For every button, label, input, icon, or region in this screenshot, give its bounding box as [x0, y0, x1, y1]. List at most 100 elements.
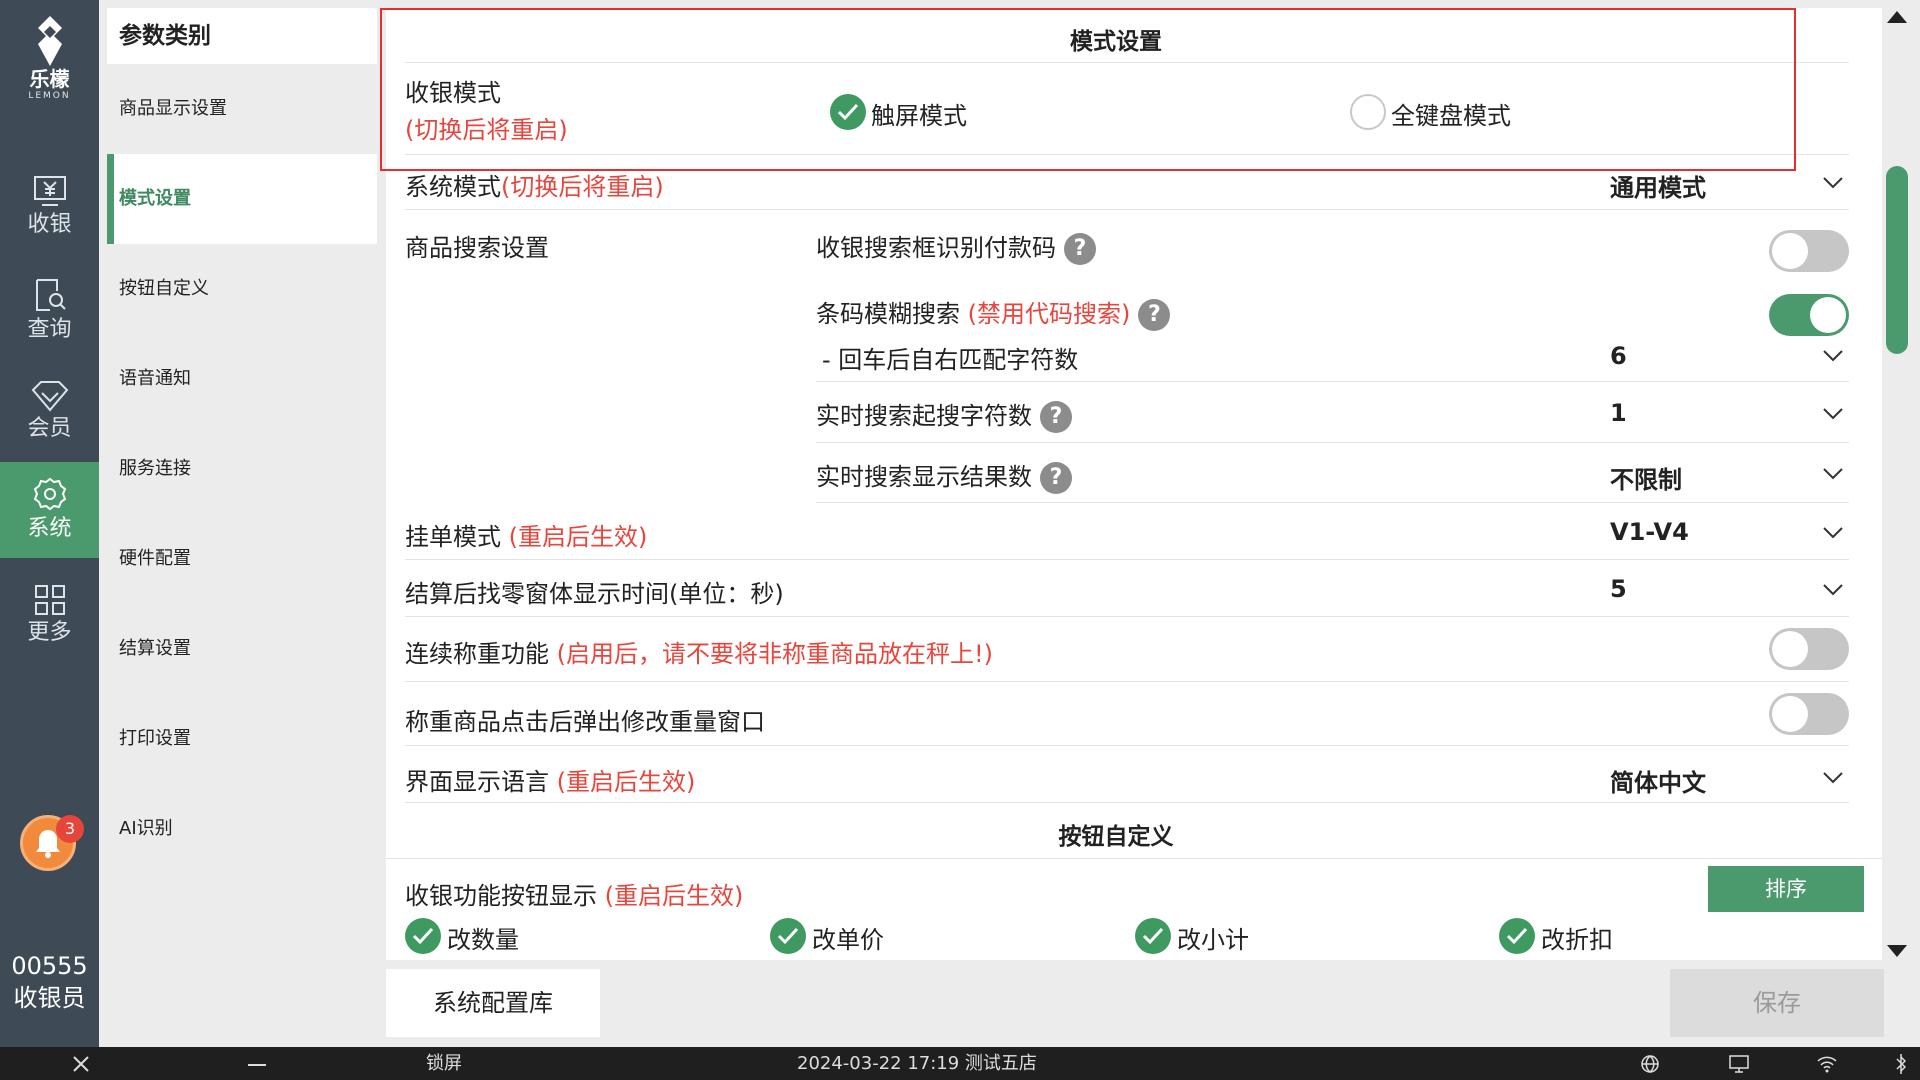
system-mode-label: 系统模式(切换后将重启) [405, 173, 664, 201]
nav-query[interactable]: 查询 [0, 263, 99, 359]
nav-member[interactable]: 会员 [0, 366, 99, 462]
check-icon [777, 927, 799, 945]
help-icon[interactable]: ? [1040, 462, 1072, 494]
settings-panel: 模式设置 收银模式 (切换后将重启) 触屏模式 全键盘模式 系统模式(切换后将重… [386, 8, 1882, 960]
sort-button[interactable]: 排序 [1708, 866, 1864, 912]
product-search-label: 商品搜索设置 [405, 234, 549, 262]
check-icon [412, 927, 434, 945]
search-doc-icon [35, 279, 66, 311]
category-item[interactable]: 服务连接 [107, 424, 377, 514]
category-title: 参数类别 [107, 8, 377, 64]
payment-code-toggle[interactable] [1769, 230, 1849, 272]
button-option-check[interactable] [1135, 918, 1171, 954]
minimize-icon[interactable] [248, 1063, 266, 1067]
check-icon [837, 103, 859, 121]
weight-popup-row: 称重商品点击后弹出修改重量窗口 [405, 682, 1849, 746]
scrollbar[interactable] [1882, 8, 1912, 960]
realtime-result-count-row[interactable]: 实时搜索显示结果数? 不限制 [816, 443, 1849, 503]
left-nav: 乐檬 LEMON 收银 查询 会员 系统 更多 3 00555 收银员 [0, 0, 99, 1047]
weight-popup-toggle[interactable] [1769, 693, 1849, 735]
fuzzy-barcode-note: (禁用代码搜索) [967, 300, 1131, 328]
wifi-icon[interactable] [1816, 1055, 1838, 1073]
realtime-min-chars-value: 1 [1610, 399, 1627, 427]
system-mode-row[interactable]: 系统模式(切换后将重启) 通用模式 [405, 155, 1849, 210]
scroll-up-icon[interactable] [1886, 10, 1908, 24]
monitor-icon[interactable] [1728, 1054, 1750, 1074]
button-custom-header: 按钮自定义 [386, 803, 1882, 859]
realtime-result-count-value: 不限制 [1610, 466, 1682, 494]
button-display-label: 收银功能按钮显示 (重启后生效) [405, 882, 744, 910]
section-title-mode: 模式设置 [1070, 29, 1162, 55]
button-option-check[interactable] [405, 918, 441, 954]
help-icon[interactable]: ? [1064, 233, 1096, 265]
nav-label: 查询 [27, 317, 72, 342]
scroll-down-icon[interactable] [1886, 944, 1908, 958]
status-bar: 锁屏 2024-03-22 17:19 测试五店 [0, 1047, 1920, 1080]
nav-more[interactable]: 更多 [0, 570, 99, 666]
nav-cashier[interactable]: 收银 [0, 160, 99, 256]
fuzzy-barcode-label: 条码模糊搜索 (禁用代码搜索)? [816, 294, 1171, 331]
button-option-label[interactable]: 改数量 [447, 920, 519, 955]
change-window-time-row[interactable]: 结算后找零窗体显示时间(单位：秒) 5 [405, 560, 1849, 617]
realtime-min-chars-row[interactable]: 实时搜索起搜字符数? 1 [816, 382, 1849, 443]
datetime-store: 2024-03-22 17:19 测试五店 [797, 1053, 1037, 1074]
help-icon[interactable]: ? [1040, 401, 1072, 433]
grid-icon [34, 585, 65, 615]
scrollbar-thumb[interactable] [1886, 166, 1908, 354]
chevron-down-icon [1823, 527, 1843, 539]
continuous-weighing-toggle[interactable] [1769, 628, 1849, 670]
diamond-icon [31, 381, 68, 412]
button-option-label[interactable]: 改单价 [812, 920, 884, 955]
lock-screen-button[interactable]: 锁屏 [426, 1047, 462, 1080]
weight-popup-label: 称重商品点击后弹出修改重量窗口 [405, 708, 765, 736]
lemon-logo-icon [37, 16, 62, 66]
cashier-mode-label: 收银模式 [405, 79, 501, 107]
match-chars-label: - 回车后自右匹配字符数 [822, 346, 1079, 374]
category-item[interactable]: 硬件配置 [107, 514, 377, 604]
category-item[interactable]: 打印设置 [107, 694, 377, 784]
nav-system[interactable]: 系统 [0, 462, 99, 558]
button-option-check[interactable] [770, 918, 806, 954]
match-chars-value: 6 [1610, 342, 1627, 370]
chevron-down-icon [1823, 350, 1843, 362]
system-mode-value: 通用模式 [1610, 174, 1706, 202]
help-icon[interactable]: ? [1138, 299, 1171, 331]
close-icon[interactable] [72, 1055, 90, 1073]
touch-mode-radio[interactable] [830, 94, 866, 130]
battery-icon [1896, 1054, 1907, 1074]
category-item[interactable]: 结算设置 [107, 604, 377, 694]
language-note: (重启后生效) [556, 768, 696, 796]
continuous-weighing-label: 连续称重功能 (启用后，请不要将非称重商品放在秤上!) [405, 640, 993, 668]
user-id: 00555 [11, 952, 88, 980]
cashier-mode-row: 收银模式 (切换后将重启) 触屏模式 全键盘模式 [405, 63, 1849, 155]
section-title-buttons: 按钮自定义 [1058, 824, 1174, 850]
change-window-time-label: 结算后找零窗体显示时间(单位：秒) [405, 580, 784, 608]
hold-mode-row[interactable]: 挂单模式 (重启后生效) V1-V4 [405, 503, 1849, 560]
fuzzy-barcode-row: 条码模糊搜索 (禁用代码搜索)? [816, 280, 1849, 336]
nav-label: 会员 [27, 416, 72, 441]
category-item-active[interactable]: 模式设置 [107, 154, 377, 244]
button-option-label[interactable]: 改小计 [1177, 920, 1249, 955]
language-row[interactable]: 界面显示语言 (重启后生效) 简体中文 [405, 746, 1849, 803]
save-button[interactable]: 保存 [1670, 969, 1884, 1037]
keyboard-mode-radio[interactable] [1350, 94, 1386, 130]
globe-icon[interactable] [1640, 1054, 1660, 1074]
button-option-label[interactable]: 改折扣 [1541, 920, 1613, 955]
config-library-button[interactable]: 系统配置库 [386, 969, 600, 1037]
brand-logo: 乐檬 LEMON [0, 14, 99, 124]
match-chars-row[interactable]: - 回车后自右匹配字符数 6 [816, 330, 1849, 382]
nav-label: 收银 [27, 212, 72, 237]
gear-icon [33, 477, 66, 511]
system-mode-note: (切换后将重启) [501, 173, 664, 201]
category-item[interactable]: AI识别 [107, 784, 377, 874]
touch-mode-label[interactable]: 触屏模式 [871, 96, 967, 131]
button-option-check[interactable] [1499, 918, 1535, 954]
user-info: 00555 收银员 [0, 950, 99, 1014]
hold-mode-note: (重启后生效) [508, 523, 648, 551]
category-item[interactable]: 按钮自定义 [107, 244, 377, 334]
chevron-down-icon [1823, 177, 1843, 189]
realtime-result-count-label: 实时搜索显示结果数? [816, 457, 1072, 494]
category-item[interactable]: 商品显示设置 [107, 64, 377, 154]
category-item[interactable]: 语音通知 [107, 334, 377, 424]
keyboard-mode-label[interactable]: 全键盘模式 [1391, 96, 1511, 131]
